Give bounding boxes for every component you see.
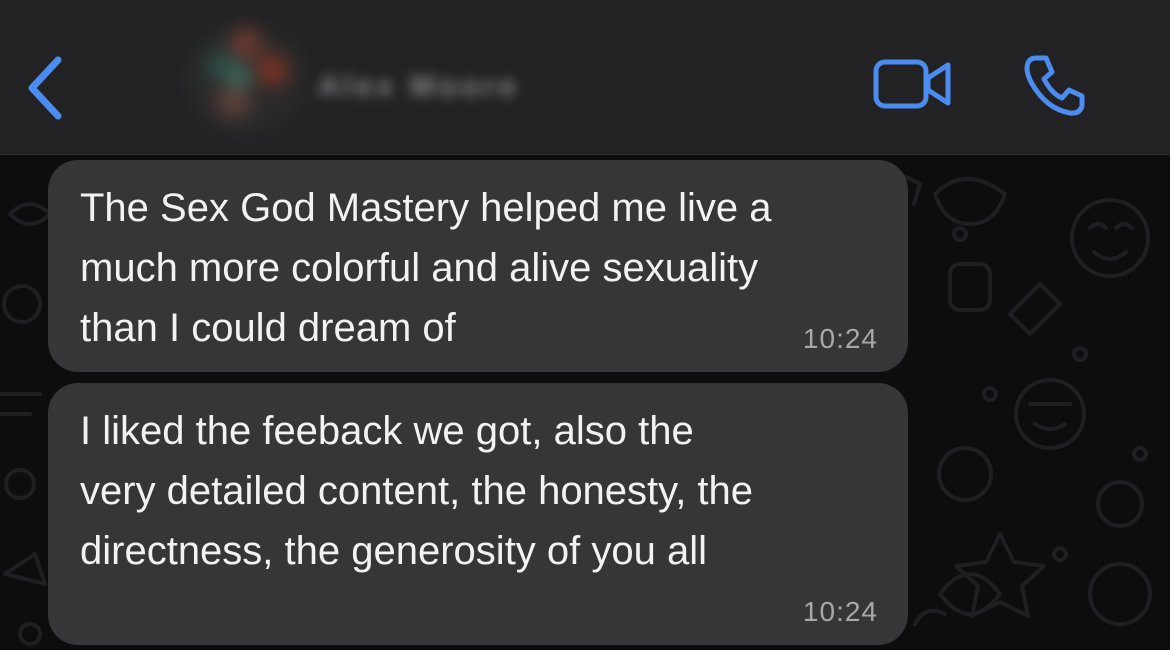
chat-header: Alex Moore: [0, 0, 1170, 155]
message-bubble[interactable]: The Sex God Mastery helped me live a muc…: [48, 160, 908, 372]
back-button[interactable]: [22, 52, 70, 124]
video-call-button[interactable]: [872, 56, 954, 112]
message-timestamp: 10:24: [802, 323, 878, 354]
message-bubble[interactable]: I liked the feeback we got, also the ver…: [48, 383, 908, 645]
contact-name[interactable]: Alex Moore: [318, 70, 520, 104]
chevron-left-icon: [28, 56, 62, 120]
voice-call-button[interactable]: [1022, 52, 1088, 118]
avatar[interactable]: [186, 24, 306, 134]
chat-screen: Alex Moore The Sex God Mastery helped me…: [0, 0, 1170, 650]
video-camera-icon: [873, 59, 951, 109]
phone-icon: [1024, 55, 1085, 116]
message-text: The Sex God Mastery helped me live a muc…: [80, 186, 772, 350]
message-timestamp: 10:24: [802, 596, 878, 627]
message-text: I liked the feeback we got, also the ver…: [80, 409, 754, 573]
